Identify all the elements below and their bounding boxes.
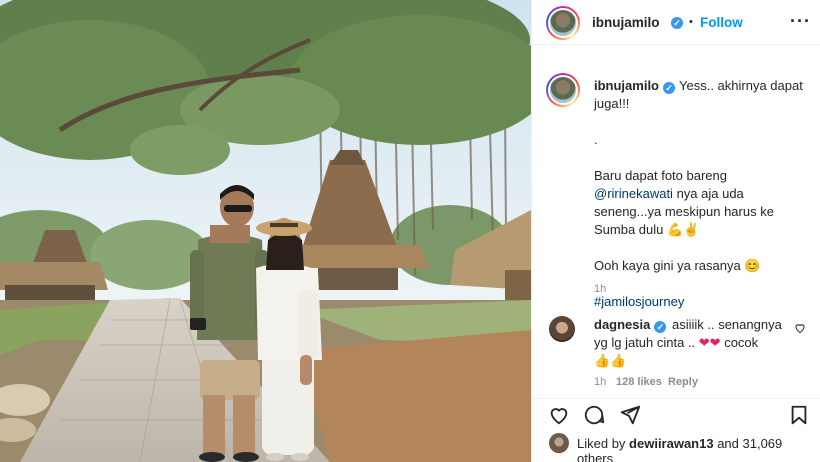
comment-icon[interactable] <box>583 404 605 426</box>
commenter-avatar[interactable] <box>549 316 575 342</box>
smile-emoji: 😊 <box>744 258 761 273</box>
post-photo[interactable] <box>0 0 531 462</box>
actions-bar <box>532 398 820 428</box>
liker-username[interactable]: dewiirawan13 <box>629 436 714 451</box>
comment-like-heart-outline-icon[interactable] <box>794 322 806 334</box>
commenter-username[interactable]: dagnesia <box>594 317 650 332</box>
post-header: ibnujamilo ✓ • Follow ··· <box>532 0 820 45</box>
verified-badge-icon: ✓ <box>671 17 683 29</box>
mention-link[interactable]: @ririnekawati <box>594 186 673 201</box>
more-options-icon[interactable]: ··· <box>790 11 811 32</box>
liker-avatar[interactable] <box>549 433 569 453</box>
like-heart-outline-icon[interactable] <box>548 404 570 426</box>
photo-illustration <box>0 0 531 462</box>
likes-prefix: Liked by <box>577 436 630 451</box>
verified-badge-icon: ✓ <box>654 321 667 333</box>
caption-line4: Ooh kaya gini ya rasanya <box>594 258 745 273</box>
caption-line3-a: Baru dapat foto bareng <box>594 168 727 183</box>
separator-dot: • <box>689 16 693 28</box>
post-side-panel: ibnujamilo ✓ • Follow ··· ibnujamilo ✓ Yes… <box>531 0 820 462</box>
save-bookmark-icon[interactable] <box>788 404 810 426</box>
caption-author-avatar[interactable] <box>546 73 580 107</box>
caption-username[interactable]: ibnujamilo <box>594 78 659 93</box>
caption-time[interactable]: 1h <box>594 283 606 295</box>
post-caption: ibnujamilo ✓ Yess.. akhirnya dapat juga!!!… <box>594 77 809 311</box>
follow-button[interactable]: Follow <box>700 15 743 30</box>
comment-likes[interactable]: 128 likes <box>616 376 662 388</box>
author-username[interactable]: ibnujamilo <box>592 15 660 30</box>
reply-button[interactable]: Reply <box>668 376 698 388</box>
share-paper-plane-icon[interactable] <box>619 404 641 426</box>
comment-text: dagnesia ✓ asiiiik .. senangnya yg lg jat… <box>594 316 794 370</box>
author-avatar[interactable] <box>546 6 580 40</box>
caption-line2: . <box>594 132 598 147</box>
likes-summary: Liked by dewiirawan13 and 31,069 others <box>577 436 820 462</box>
instagram-post: ibnujamilo ✓ • Follow ··· ibnujamilo ✓ Yes… <box>0 0 820 462</box>
flex-victory-emoji: 💪✌ <box>667 222 700 237</box>
comment-time[interactable]: 1h <box>594 376 606 388</box>
comment-body-2: cocok <box>720 335 759 350</box>
hashtag-link[interactable]: #jamilosjourney <box>594 293 809 311</box>
hearts-emoji: ❤❤ <box>698 335 721 350</box>
thumbs-emoji: 👍👍 <box>594 353 627 368</box>
verified-badge-icon: ✓ <box>663 82 675 94</box>
